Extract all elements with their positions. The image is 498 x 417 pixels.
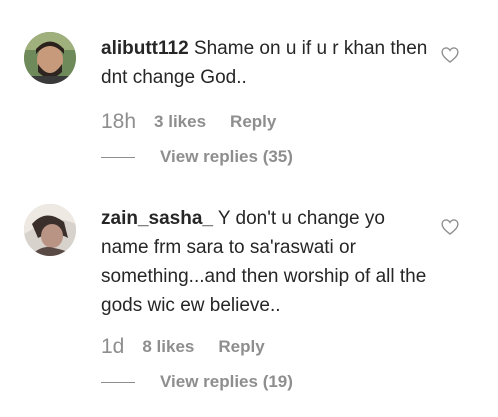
likes-count-button[interactable]: 3 likes	[154, 112, 206, 132]
view-replies-button[interactable]: View replies (19)	[160, 372, 293, 392]
comment-text: zain_sasha_ Y don't u change yo name frm…	[101, 204, 431, 320]
view-replies-row: View replies (35)	[101, 146, 293, 168]
view-replies-row: View replies (19)	[101, 371, 293, 393]
likes-count-button[interactable]: 8 likes	[142, 337, 194, 357]
comment-meta: 1d 8 likes Reply	[101, 335, 265, 359]
heart-icon[interactable]	[440, 45, 460, 65]
comment-timestamp: 1d	[101, 335, 125, 358]
comment-username[interactable]: zain_sasha_	[101, 208, 213, 229]
comment-username[interactable]: alibutt112	[101, 38, 189, 59]
replies-divider-line	[101, 381, 135, 383]
avatar-zain-sasha[interactable]	[24, 204, 76, 256]
heart-icon[interactable]	[440, 217, 460, 237]
comment-timestamp: 18h	[101, 110, 137, 133]
replies-divider-line	[101, 156, 135, 158]
reply-button[interactable]: Reply	[218, 337, 264, 357]
avatar-alibutt112[interactable]	[24, 32, 76, 84]
comment-text: alibutt112 Shame on u if u r khan then d…	[101, 34, 431, 92]
comment-meta: 18h 3 likes Reply	[101, 110, 276, 134]
reply-button[interactable]: Reply	[230, 112, 276, 132]
view-replies-button[interactable]: View replies (35)	[160, 147, 293, 167]
